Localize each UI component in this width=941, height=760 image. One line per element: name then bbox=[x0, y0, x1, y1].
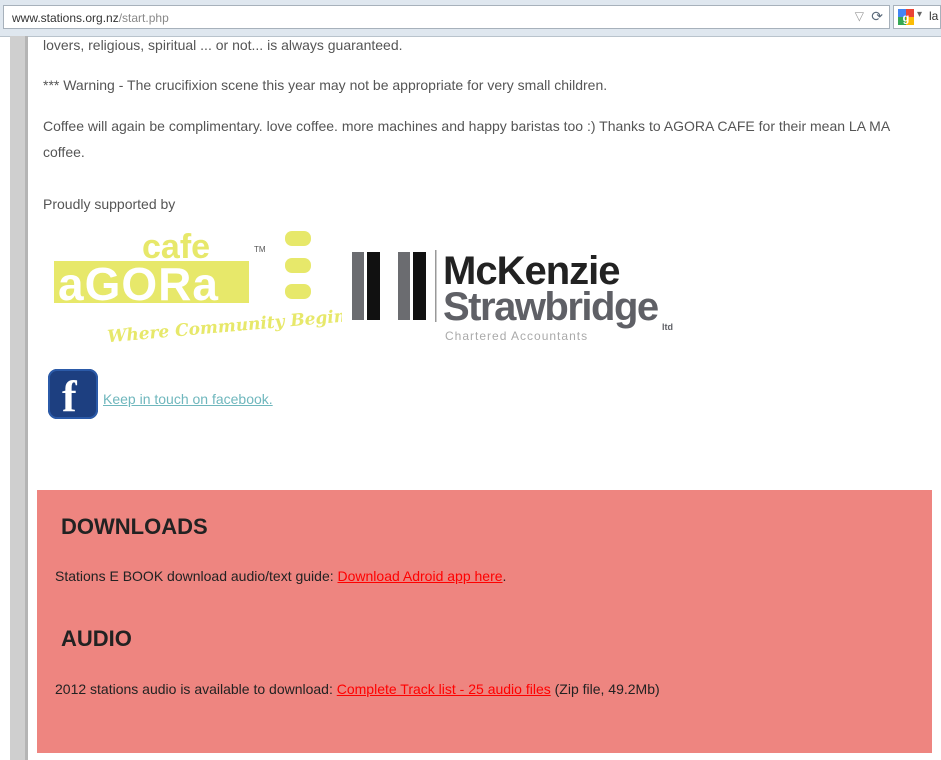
search-text[interactable]: la bbox=[929, 9, 938, 23]
coffee-text-line1: Coffee will again be complimentary. love… bbox=[43, 118, 891, 134]
audio-heading: AUDIO bbox=[61, 626, 132, 651]
address-bar: www.stations.org.nz/start.php ▽ ⟳ g ▾ la bbox=[0, 0, 941, 37]
left-gutter bbox=[10, 36, 25, 760]
mckenzie-subtitle: Chartered Accountants bbox=[445, 329, 588, 343]
reload-icon[interactable]: ⟳ bbox=[871, 8, 883, 25]
google-icon[interactable]: g bbox=[898, 9, 914, 25]
audio-text-label: 2012 stations audio is available to down… bbox=[55, 681, 337, 697]
downloads-text-label: Stations E BOOK download audio/text guid… bbox=[55, 568, 338, 584]
facebook-link[interactable]: Keep in touch on facebook. bbox=[103, 391, 273, 407]
audio-text: 2012 stations audio is available to down… bbox=[55, 681, 660, 697]
downloads-panel: DOWNLOADS Stations E BOOK download audio… bbox=[37, 490, 932, 753]
agora-cafe-logo[interactable]: cafe TM aGORa Where Community Begins bbox=[52, 228, 357, 348]
url-text: www.stations.org.nz/start.php bbox=[12, 11, 169, 25]
audio-text-suffix: (Zip file, 49.2Mb) bbox=[550, 681, 660, 697]
mckenzie-strawbridge-logo[interactable]: McKenzie Strawbridge ltd Chartered Accou… bbox=[350, 248, 685, 353]
coffee-text-line2: coffee. bbox=[43, 144, 85, 160]
complete-track-list-link[interactable]: Complete Track list - 25 audio files bbox=[337, 681, 551, 697]
supported-by-text: Proudly supported by bbox=[43, 196, 176, 212]
agora-tm: TM bbox=[254, 245, 266, 254]
agora-tagline: Where Community Begins bbox=[107, 306, 342, 343]
facebook-icon[interactable]: f bbox=[48, 369, 98, 419]
mckenzie-line2: Strawbridge bbox=[443, 285, 658, 329]
dropdown-arrow-icon[interactable]: ▽ bbox=[855, 9, 864, 23]
warning-text: *** Warning - The crucifixion scene this… bbox=[43, 77, 608, 93]
downloads-text-suffix: . bbox=[502, 568, 507, 584]
download-android-app-link[interactable]: Download Adroid app here bbox=[338, 568, 503, 584]
search-engine-dropdown-icon[interactable]: ▾ bbox=[917, 9, 922, 20]
downloads-heading: DOWNLOADS bbox=[61, 514, 208, 539]
mckenzie-ltd: ltd bbox=[662, 322, 673, 332]
downloads-text: Stations E BOOK download audio/text guid… bbox=[55, 568, 506, 584]
svg-text:g: g bbox=[903, 13, 910, 25]
agora-name: aGORa bbox=[58, 258, 219, 310]
intro-text: lovers, religious, spiritual ... or not.… bbox=[43, 37, 403, 53]
search-box[interactable]: g ▾ la bbox=[893, 5, 941, 29]
left-gutter-border bbox=[25, 36, 28, 760]
url-field[interactable]: www.stations.org.nz/start.php ▽ ⟳ bbox=[3, 5, 890, 29]
